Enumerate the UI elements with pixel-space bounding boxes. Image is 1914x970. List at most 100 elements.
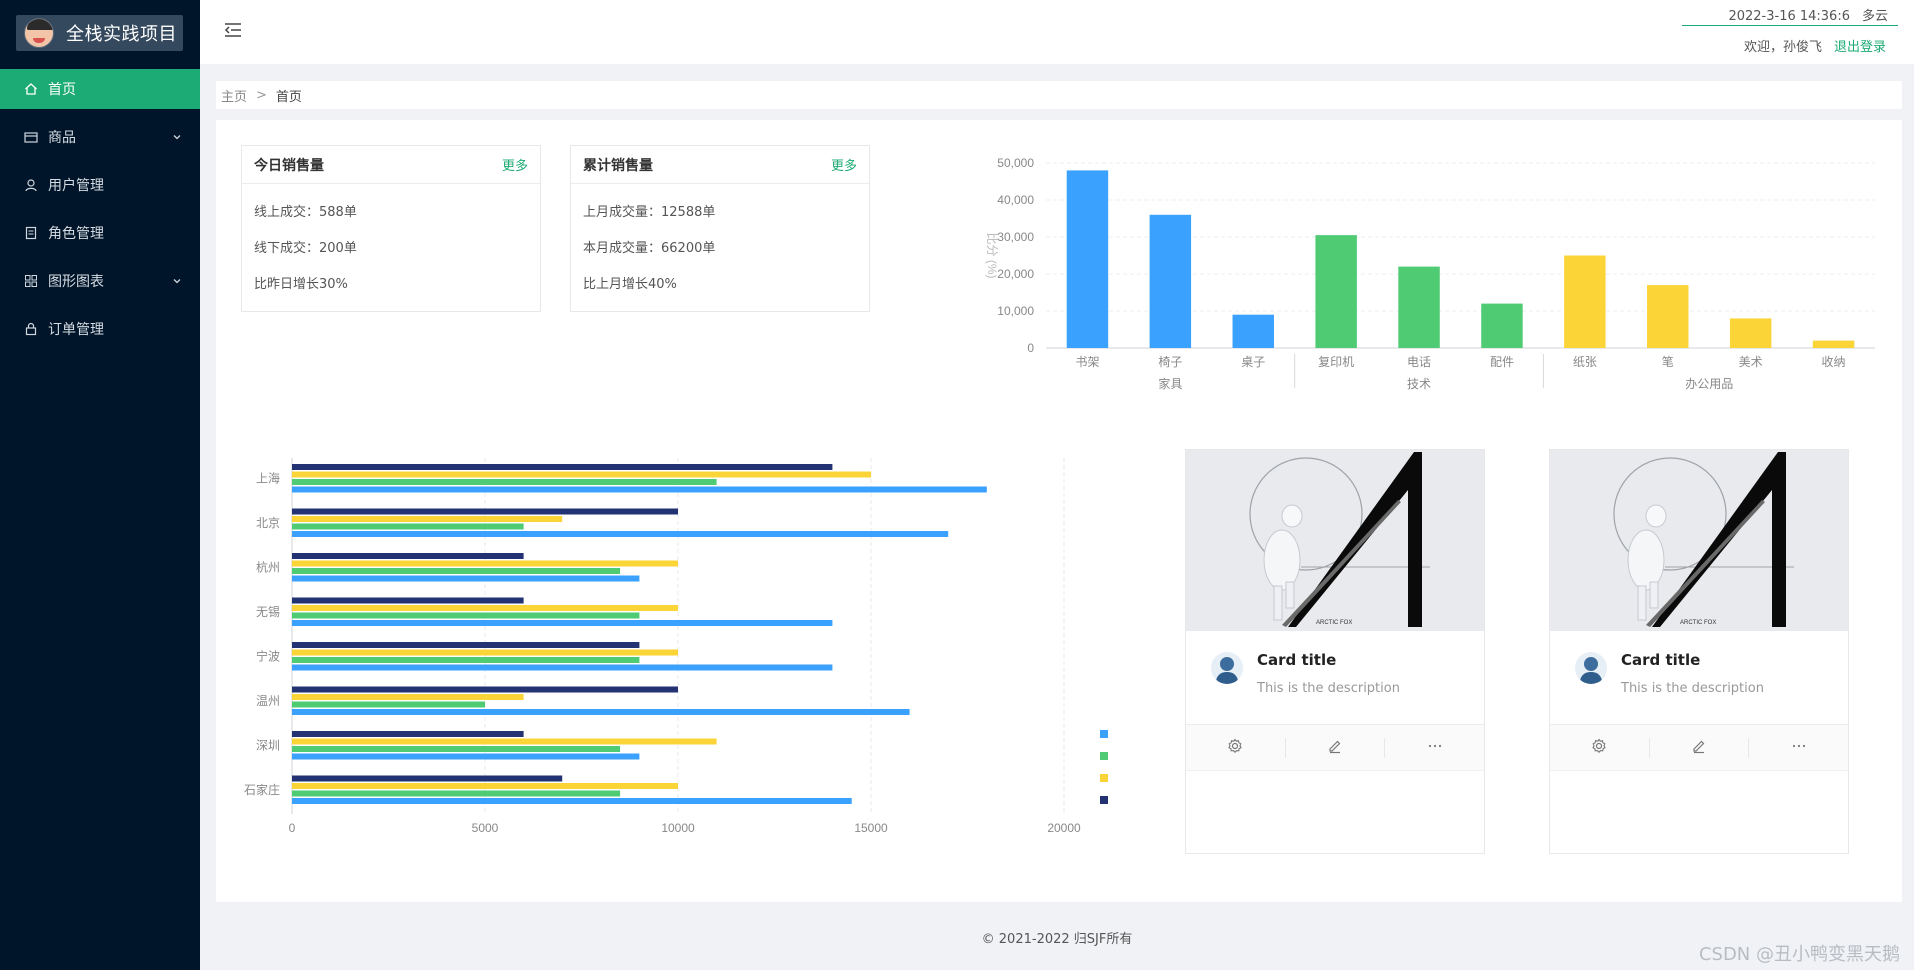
lock-icon xyxy=(24,322,38,336)
bar xyxy=(292,664,833,671)
bar xyxy=(292,620,833,626)
weather: 多云 xyxy=(1861,9,1888,24)
y-tick-label: 石家庄 xyxy=(244,782,280,797)
category-sales-bar-chart: 0 10,000 20,000 30,000 40,000 50,000 比分 (%) 书架 椅… xyxy=(985,156,1875,391)
bar xyxy=(292,790,621,797)
bar xyxy=(292,686,678,693)
app-logo[interactable]: 全栈实践项目 xyxy=(16,15,183,51)
sidebar-item-home[interactable]: 首页 xyxy=(0,69,200,109)
bar xyxy=(292,709,910,715)
bar xyxy=(292,738,717,745)
bar xyxy=(292,553,524,559)
x-tick-label: 复印机 xyxy=(1318,355,1354,369)
cover-caption: ARCTIC FOX xyxy=(1680,620,1716,626)
ellipsis-icon xyxy=(1791,738,1807,758)
bar xyxy=(292,753,640,760)
header-divider xyxy=(1682,25,1898,26)
gear-icon xyxy=(1227,738,1243,758)
settings-button[interactable] xyxy=(1550,737,1650,758)
city-sales-horizontal-bar-chart: 05000100001500020000上海北京杭州无锡宁波温州深圳石家庄水果米… xyxy=(244,458,1108,835)
x-tick-label: 美术 xyxy=(1739,355,1763,369)
bar xyxy=(292,597,524,604)
bar xyxy=(292,746,621,752)
x-tick-label: 纸张 xyxy=(1573,355,1597,369)
breadcrumb-home[interactable]: 主页 xyxy=(221,86,247,105)
welcome-text: 欢迎，孙俊飞 xyxy=(1743,40,1822,55)
legend-swatch xyxy=(1100,796,1108,804)
x-tick-label: 桌子 xyxy=(1241,355,1265,369)
stat-row: 本月成交量：66200单 xyxy=(583,241,716,256)
more-link[interactable]: 更多 xyxy=(502,155,528,174)
bar xyxy=(292,798,852,804)
edit-icon xyxy=(1691,738,1707,758)
document-icon xyxy=(24,226,38,240)
sidebar-item-roles[interactable]: 角色管理 xyxy=(0,213,200,253)
y-tick-label: 0 xyxy=(1027,341,1034,355)
x-tick-label: 椅子 xyxy=(1158,355,1182,369)
bar xyxy=(1315,235,1357,348)
edit-icon xyxy=(1327,738,1343,758)
sidebar-item-goods[interactable]: 商品 xyxy=(0,117,200,157)
logout-link[interactable]: 退出登录 xyxy=(1834,40,1886,55)
bar xyxy=(292,508,678,515)
more-button[interactable] xyxy=(1385,738,1484,758)
bar xyxy=(292,775,563,782)
bar xyxy=(292,568,621,574)
bar xyxy=(1729,318,1772,348)
card-icon xyxy=(24,130,38,144)
bar xyxy=(1066,170,1109,348)
datetime: 2022-3-16 14:36:6 xyxy=(1728,9,1850,24)
group-label: 办公用品 xyxy=(1685,376,1733,391)
bar xyxy=(292,575,640,582)
bar xyxy=(1647,285,1689,348)
sidebar-item-label: 用户管理 xyxy=(48,178,104,194)
cover-caption: ARCTIC FOX xyxy=(1316,620,1352,626)
bar xyxy=(292,479,717,485)
edit-button[interactable] xyxy=(1650,737,1750,758)
bar xyxy=(292,612,640,619)
card-title: Card title xyxy=(1257,651,1337,669)
y-tick-label: 无锡 xyxy=(256,604,280,619)
today-sales-card: 今日销售量 更多 线上成交：588单 线下成交：200单 比昨日增长30% xyxy=(241,145,541,312)
more-button[interactable] xyxy=(1749,738,1848,758)
total-sales-card: 累计销售量 更多 上月成交量：12588单 本月成交量：66200单 比上月增长4… xyxy=(570,145,870,312)
menu-fold-icon[interactable] xyxy=(224,22,242,42)
sidebar-item-charts[interactable]: 图形图表 xyxy=(0,261,200,301)
x-tick-label: 15000 xyxy=(854,821,888,835)
user-icon xyxy=(24,178,38,192)
y-tick-label: 上海 xyxy=(256,470,280,485)
chevron-down-icon xyxy=(172,130,182,146)
group-label: 技术 xyxy=(1407,377,1431,391)
more-link[interactable]: 更多 xyxy=(831,155,857,174)
settings-button[interactable] xyxy=(1186,737,1286,758)
top-header: 2022-3-16 14:36:6 多云 欢迎，孙俊飞 退出登录 xyxy=(200,0,1914,64)
logo-avatar xyxy=(24,18,54,48)
stat-row: 线下成交：200单 xyxy=(254,241,357,256)
y-tick-label: 10,000 xyxy=(997,304,1034,318)
profile-card: ARCTIC FOX Card title This is the descri… xyxy=(1185,449,1485,854)
stat-row: 比上月增长40% xyxy=(583,277,677,292)
main-content: 今日销售量 更多 线上成交：588单 线下成交：200单 比昨日增长30% 累计销… xyxy=(216,120,1902,902)
sidebar-item-label: 角色管理 xyxy=(48,226,104,242)
app-title: 全栈实践项目 xyxy=(66,24,177,45)
y-tick-label: 杭州 xyxy=(256,559,280,574)
avatar xyxy=(1575,652,1607,684)
sidebar-item-orders[interactable]: 订单管理 xyxy=(0,309,200,349)
legend-swatch xyxy=(1100,774,1108,782)
bar xyxy=(1812,340,1855,348)
bar xyxy=(292,523,524,530)
bar xyxy=(292,560,678,567)
edit-button[interactable] xyxy=(1286,737,1386,758)
bar xyxy=(292,694,524,700)
bar xyxy=(1232,314,1274,348)
gear-icon xyxy=(1591,738,1607,758)
x-tick-label: 0 xyxy=(289,821,296,835)
bar xyxy=(292,701,485,708)
breadcrumb-separator: > xyxy=(256,87,267,103)
stat-row: 线上成交：588单 xyxy=(254,205,357,220)
bar xyxy=(1398,266,1440,348)
sidebar-item-users[interactable]: 用户管理 xyxy=(0,165,200,205)
card-actions xyxy=(1186,725,1484,771)
user-welcome: 欢迎，孙俊飞 退出登录 xyxy=(1744,36,1886,55)
legend-swatch xyxy=(1100,752,1108,760)
